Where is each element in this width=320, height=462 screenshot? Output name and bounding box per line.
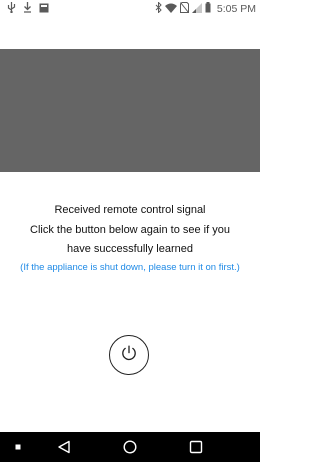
image-icon bbox=[39, 0, 49, 18]
appliance-note: (If the appliance is shut down, please t… bbox=[20, 262, 240, 273]
recents-icon[interactable] bbox=[184, 432, 208, 462]
signal-icon bbox=[191, 0, 202, 18]
battery-icon bbox=[205, 0, 211, 18]
power-icon bbox=[119, 343, 139, 368]
status-right-icons: 5:05 PM bbox=[155, 0, 256, 18]
bluetooth-icon bbox=[155, 0, 162, 18]
status-left-icons bbox=[7, 0, 49, 18]
navigation-bar bbox=[0, 432, 260, 462]
status-time: 5:05 PM bbox=[216, 3, 256, 15]
home-icon[interactable] bbox=[118, 432, 142, 462]
back-icon[interactable] bbox=[52, 432, 76, 462]
status-bar: 5:05 PM bbox=[0, 0, 260, 18]
received-signal-text: Received remote control signal bbox=[54, 204, 206, 216]
menu-dot-icon[interactable] bbox=[10, 432, 26, 462]
instruction-text-line2: have successfully learned bbox=[67, 243, 193, 255]
usb-icon bbox=[7, 0, 16, 18]
no-sim-icon bbox=[179, 0, 189, 18]
instruction-text-line1: Click the button below again to see if y… bbox=[30, 224, 230, 236]
download-icon bbox=[23, 0, 32, 18]
wifi-icon bbox=[164, 0, 177, 18]
power-button[interactable] bbox=[109, 335, 149, 375]
device-image-panel bbox=[0, 49, 260, 172]
